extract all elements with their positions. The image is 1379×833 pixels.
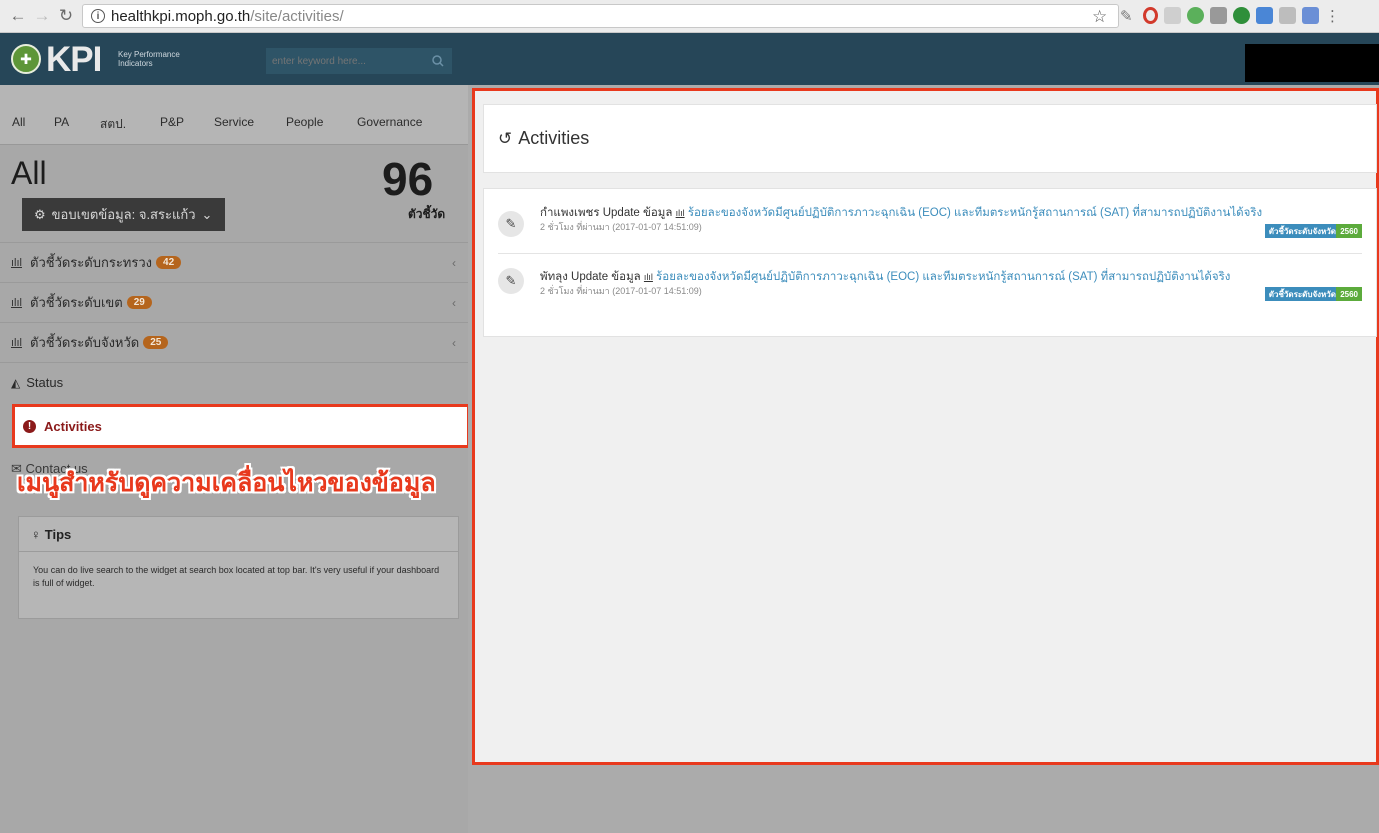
eyedropper-icon[interactable]: ✎: [1120, 7, 1137, 25]
forward-icon[interactable]: →: [30, 4, 54, 28]
annotation-text: เมนูสำหรับดูความเคลื่อนไหวของข้อมูล: [17, 469, 436, 497]
browser-toolbar: ← → ↻ i healthkpi.moph.go.th/site/activi…: [0, 0, 1379, 33]
sidebar-item-ministry[interactable]: ılıl ตัวชี้วัดระดับกระทรวง 42 ‹: [0, 242, 468, 282]
activity-list: ✎ กำแพงเพชร Update ข้อมูล ılıl ร้อยละของ…: [483, 188, 1377, 337]
list-item: ✎ กำแพงเพชร Update ข้อมูล ılıl ร้อยละของ…: [498, 197, 1362, 251]
tab-service[interactable]: Service: [214, 115, 254, 129]
tips-panel: ♀ Tips You can do live search to the wid…: [18, 516, 459, 619]
tab-pp[interactable]: P&P: [160, 115, 184, 129]
year-tag: 2560: [1336, 287, 1362, 301]
reload-icon[interactable]: ↻: [54, 4, 78, 28]
address-bar[interactable]: i healthkpi.moph.go.th/site/activities/: [82, 4, 1119, 28]
bar-chart-icon: ılıl: [11, 256, 22, 269]
chevron-left-icon: ‹: [452, 295, 456, 310]
extension-icons: ✎ ⋮: [1120, 7, 1340, 25]
tab-all[interactable]: All: [12, 115, 25, 129]
info-circle-icon: !: [23, 419, 36, 433]
camera-icon[interactable]: [1164, 7, 1181, 24]
level-tag: ตัวชี้วัดระดับจังหวัด: [1264, 224, 1340, 238]
activity-province: พัทลุง: [540, 271, 568, 283]
scope-label: ขอบเขตข้อมูล: จ.สระแก้ว: [51, 207, 196, 222]
bookmark-star-icon[interactable]: ☆: [1092, 7, 1107, 27]
sidebar-item-label: ตัวชี้วัดระดับกระทรวง: [30, 255, 153, 270]
extension-circle-icon[interactable]: [1233, 7, 1250, 24]
url-path: /site/activities/: [250, 7, 344, 25]
back-icon[interactable]: ←: [6, 4, 30, 28]
sidebar-item-activities[interactable]: ! Activities: [12, 404, 470, 448]
tips-header: ♀ Tips: [19, 517, 458, 552]
activity-time: 2 ชั่วโมง ที่ผ่านมา (2017-01-07 14:51:09…: [540, 286, 702, 296]
chevron-left-icon: ‹: [452, 335, 456, 350]
activity-indicator-link[interactable]: ร้อยละของจังหวัดมีศูนย์ปฏิบัติการภาวะฉุก…: [688, 207, 1262, 219]
tab-people[interactable]: People: [286, 115, 323, 129]
opera-icon[interactable]: [1143, 7, 1158, 24]
count-badge: 25: [143, 336, 169, 349]
sidebar-item-status[interactable]: ◭ Status: [0, 362, 468, 402]
sidebar-item-label: ตัวชี้วัดระดับจังหวัด: [30, 335, 140, 350]
tab-sorpor[interactable]: สตป.: [100, 115, 126, 134]
indicator-count: 96: [382, 153, 434, 205]
search-input[interactable]: [266, 48, 424, 74]
bar-chart-icon: ılıl: [643, 272, 653, 282]
mail-icon[interactable]: [1279, 7, 1296, 24]
sidebar-item-province[interactable]: ılıl ตัวชี้วัดระดับจังหวัด 25 ‹: [0, 322, 468, 362]
area-chart-icon: ◭: [11, 375, 21, 390]
info-icon[interactable]: i: [91, 9, 105, 23]
category-tabs: All PA สตป. P&P Service People Governanc…: [0, 85, 468, 145]
tab-pa[interactable]: PA: [54, 115, 69, 129]
tips-title: Tips: [44, 526, 72, 542]
bar-chart-icon: ılıl: [11, 336, 22, 349]
tab-governance[interactable]: Governance: [357, 115, 422, 129]
bar-chart-icon: ılıl: [675, 208, 685, 218]
extension-blue-icon[interactable]: [1256, 7, 1273, 24]
activity-action: Update ข้อมูล: [602, 207, 673, 219]
activity-time: 2 ชั่วโมง ที่ผ่านมา (2017-01-07 14:51:09…: [540, 222, 702, 232]
indicator-count-label: ตัวชี้วัด: [408, 207, 446, 221]
count-badge: 29: [126, 296, 152, 309]
count-badge: 42: [156, 256, 182, 269]
sidebar-item-region[interactable]: ılıl ตัวชี้วัดระดับเขต 29 ‹: [0, 282, 468, 322]
url-host: healthkpi.moph.go.th: [111, 7, 251, 25]
page-title-panel: ↺ Activities: [483, 104, 1377, 173]
pencil-icon: ✎: [498, 268, 524, 294]
search-icon: [432, 55, 444, 67]
activity-action: Update ข้อมูล: [571, 271, 641, 283]
bar-chart-icon: ılıl: [11, 296, 22, 309]
gear-icon: ⚙: [34, 206, 46, 222]
sidebar-item-label: Activities: [44, 418, 102, 434]
history-icon: ↺: [498, 128, 513, 148]
extension-green-icon[interactable]: [1187, 7, 1204, 24]
chevron-left-icon: ‹: [452, 255, 456, 270]
tips-body: You can do live search to the widget at …: [33, 565, 440, 588]
level-tag: ตัวชี้วัดระดับจังหวัด: [1264, 287, 1340, 301]
chevron-down-icon: ⌄: [201, 206, 213, 222]
user-area-redacted: [1245, 44, 1379, 82]
list-item: ✎ พัทลุง Update ข้อมูล ılıl ร้อยละของจัง…: [498, 253, 1362, 307]
lightbulb-icon: ♀: [31, 526, 41, 542]
sidebar-title: All: [11, 155, 47, 191]
scope-dropdown[interactable]: ⚙ ขอบเขตข้อมูล: จ.สระแก้ว ⌄: [22, 198, 225, 231]
moph-logo-icon: ✚: [11, 44, 41, 74]
logo-text: KPI: [46, 40, 102, 79]
page-title: Activities: [518, 128, 590, 148]
year-tag: 2560: [1336, 224, 1362, 238]
activity-province: กำแพงเพชร: [540, 207, 600, 219]
activity-indicator-link[interactable]: ร้อยละของจังหวัดมีศูนย์ปฏิบัติการภาวะฉุก…: [656, 271, 1230, 283]
extension-gray-icon[interactable]: [1210, 7, 1227, 24]
menu-dots-icon[interactable]: ⋮: [1325, 7, 1340, 25]
sidebar-item-label: Status: [26, 375, 64, 390]
pencil-icon: ✎: [498, 211, 524, 237]
logo-subtitle: Key Performance Indicators: [118, 50, 180, 68]
search-button[interactable]: [424, 48, 452, 74]
sidebar-item-label: ตัวชี้วัดระดับเขต: [30, 295, 123, 310]
extension-puzzle-icon[interactable]: [1302, 7, 1319, 24]
